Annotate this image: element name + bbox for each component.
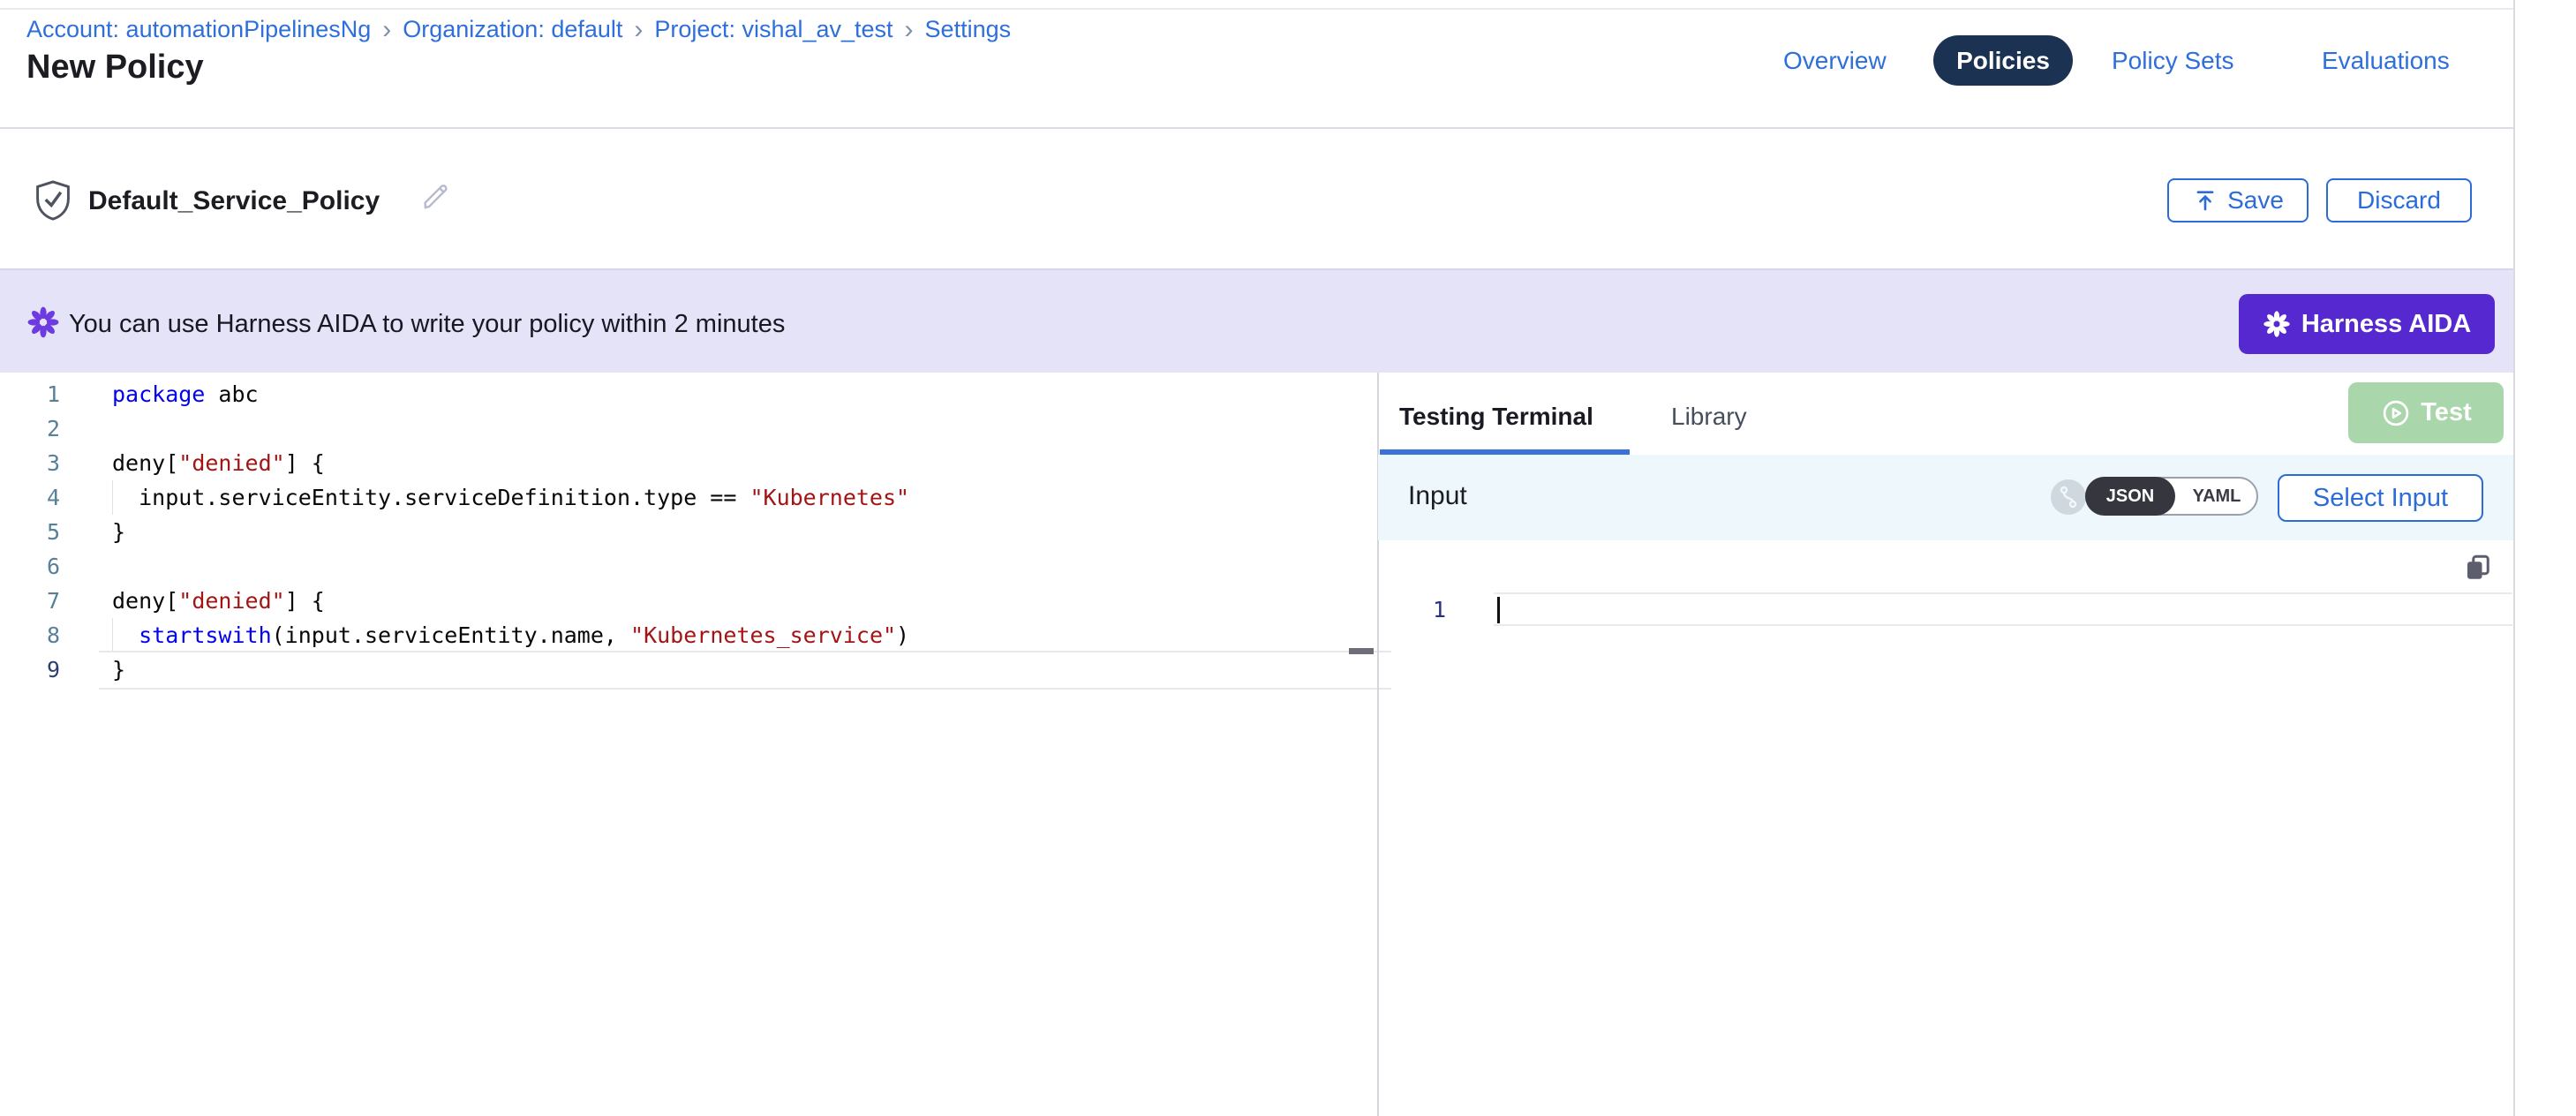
aida-banner: You can use Harness AIDA to write your p… [0, 268, 2513, 373]
code-line: 1 package abc [0, 377, 1377, 411]
code-line: 2 [0, 411, 1377, 446]
line-number: 3 [0, 446, 60, 480]
line-number: 1 [0, 377, 60, 411]
toggle-yaml[interactable]: YAML [2177, 479, 2256, 514]
chevron-right-icon: › [382, 18, 391, 41]
code-line: 4 input.serviceEntity.serviceDefinition.… [0, 480, 1377, 515]
harness-aida-button-label: Harness AIDA [2301, 310, 2471, 339]
line-number: 4 [0, 480, 60, 515]
code-text: deny["denied"] { [112, 584, 325, 618]
toggle-json[interactable]: JSON [2085, 477, 2175, 516]
tab-policy-sets[interactable]: Policy Sets [2112, 47, 2234, 75]
code-text: input.serviceEntity.serviceDefinition.ty… [112, 480, 909, 515]
select-input-label: Select Input [2313, 484, 2448, 513]
aida-banner-text: You can use Harness AIDA to write your p… [69, 310, 785, 339]
tab-testing-terminal[interactable]: Testing Terminal [1399, 403, 1593, 431]
code-text: } [112, 652, 125, 687]
breadcrumb-organization[interactable]: Organization: default [403, 16, 622, 43]
tab-policies-label: Policies [1956, 47, 2050, 75]
branch-pin-icon[interactable] [2050, 479, 2087, 516]
tab-policies[interactable]: Policies [1933, 35, 2073, 86]
code-text: package abc [112, 377, 259, 411]
code-line: 9} [0, 652, 1377, 687]
upload-icon [2192, 187, 2218, 214]
aida-flower-icon [26, 305, 60, 343]
policy-name: Default_Service_Policy [88, 186, 380, 216]
discard-button-label: Discard [2357, 186, 2441, 215]
save-button-label: Save [2227, 186, 2284, 215]
line-number: 9 [0, 652, 60, 687]
aida-flower-icon [2263, 310, 2291, 338]
code-line: 3 deny["denied"] { [0, 446, 1377, 480]
edit-pencil-icon[interactable] [418, 180, 452, 218]
tab-evaluations[interactable]: Evaluations [2322, 47, 2450, 75]
harness-aida-button[interactable]: Harness AIDA [2239, 294, 2495, 354]
input-editor-current-line[interactable] [1494, 592, 2512, 626]
code-text: } [112, 515, 125, 549]
text-cursor [1497, 597, 1500, 623]
select-input-button[interactable]: Select Input [2278, 474, 2483, 522]
tab-library[interactable]: Library [1671, 403, 1747, 431]
code-line: 5} [0, 515, 1377, 549]
breadcrumb-account[interactable]: Account: automationPipelinesNg [26, 16, 371, 43]
format-toggle: JSON YAML [2085, 477, 2258, 516]
code-line: 7 deny["denied"] { [0, 584, 1377, 618]
header-divider [0, 127, 2513, 129]
policy-shield-icon [34, 179, 72, 226]
page-right-divider [2513, 0, 2515, 1116]
save-button[interactable]: Save [2167, 178, 2309, 222]
breadcrumb-settings[interactable]: Settings [925, 16, 1012, 43]
breadcrumb-project[interactable]: Project: vishal_av_test [654, 16, 893, 43]
play-circle-icon [2380, 397, 2412, 429]
line-number: 2 [0, 411, 60, 446]
page-title: New Policy [26, 49, 204, 87]
copy-icon[interactable] [2462, 552, 2494, 588]
code-text: deny["denied"] { [112, 446, 325, 480]
chevron-right-icon: › [634, 18, 643, 41]
input-label: Input [1408, 481, 1467, 511]
code-line: 6 [0, 549, 1377, 584]
line-number: 8 [0, 618, 60, 652]
code-text: startswith(input.serviceEntity.name, "Ku… [112, 618, 909, 652]
test-button[interactable]: Test [2348, 382, 2504, 443]
top-hairline [0, 8, 2513, 10]
line-number: 5 [0, 515, 60, 549]
line-number: 7 [0, 584, 60, 618]
breadcrumb: Account: automationPipelinesNg › Organiz… [26, 16, 1011, 43]
chevron-right-icon: › [905, 18, 914, 41]
new-policy-page: Account: automationPipelinesNg › Organiz… [0, 0, 2576, 1116]
input-editor-line-number: 1 [1378, 597, 1446, 622]
discard-button[interactable]: Discard [2326, 178, 2472, 222]
code-line: 8 startswith(input.serviceEntity.name, "… [0, 618, 1377, 652]
overview-ruler-cursor-marker [1349, 648, 1374, 654]
line-number: 6 [0, 549, 60, 584]
policy-code-editor[interactable]: 1package abc23deny["denied"] {4 input.se… [0, 373, 1377, 1116]
tab-overview[interactable]: Overview [1783, 47, 1887, 75]
test-button-label: Test [2421, 398, 2471, 427]
